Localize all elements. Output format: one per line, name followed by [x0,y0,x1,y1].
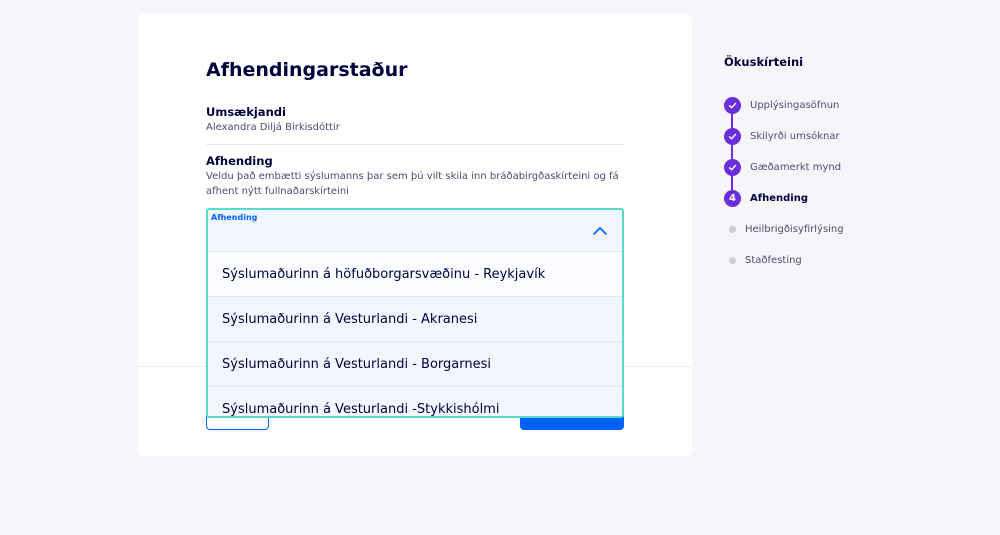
step-stadfesting: Staðfesting [724,252,802,269]
section-divider [206,144,624,145]
step-label: Heilbrigðisyfirlýsing [745,224,844,235]
select-option[interactable]: Sýslumaðurinn á Vesturlandi - Borgarnesi [208,342,622,387]
chevron-up-icon[interactable] [593,226,607,236]
step-heilbrigdisyfirlysing: Heilbrigðisyfirlýsing [724,221,844,238]
delivery-label: Afhending [206,154,273,168]
page-title: Afhendingarstaður [206,59,408,81]
step-dot [729,257,736,264]
step-gaedamerkt-mynd: Gæðamerkt mynd [724,159,841,176]
select-options: Sýslumaðurinn á höfuðborgarsvæðinu - Rey… [208,252,622,416]
delivery-select[interactable]: Afhending Sýslumaðurinn á höfuðborgarsvæ… [206,208,624,418]
select-header[interactable]: Afhending [208,210,622,252]
step-label: Skilyrði umsóknar [750,131,840,142]
step-label: Gæðamerkt mynd [750,162,842,173]
step-afhending: 4 Afhending [724,190,808,207]
step-number: 4 [724,190,741,207]
step-skilyrdi-umsoknar: Skilyrði umsóknar [724,128,840,145]
step-upplysingasofnun: Upplýsingasöfnun [724,97,839,114]
applicant-value: Alexandra Diljá Birkisdóttir [206,122,340,133]
select-option[interactable]: Sýslumaðurinn á höfuðborgarsvæðinu - Rey… [208,252,622,297]
progress-line [731,106,733,198]
select-label: Afhending [211,213,258,222]
step-label: Upplýsingasöfnun [750,100,840,111]
step-label: Afhending [750,193,808,204]
applicant-label: Umsækjandi [206,105,286,119]
select-option[interactable]: Sýslumaðurinn á Vesturlandi -Stykkishólm… [208,387,622,416]
sidebar-title: Ökuskírteini [724,55,804,69]
check-icon [724,128,741,145]
step-label: Staðfesting [745,255,802,266]
check-icon [724,97,741,114]
select-option[interactable]: Sýslumaðurinn á Vesturlandi - Akranesi [208,297,622,342]
step-dot [729,226,736,233]
check-icon [724,159,741,176]
delivery-description: Veldu það embætti sýslumanns þar sem þú … [206,171,619,197]
